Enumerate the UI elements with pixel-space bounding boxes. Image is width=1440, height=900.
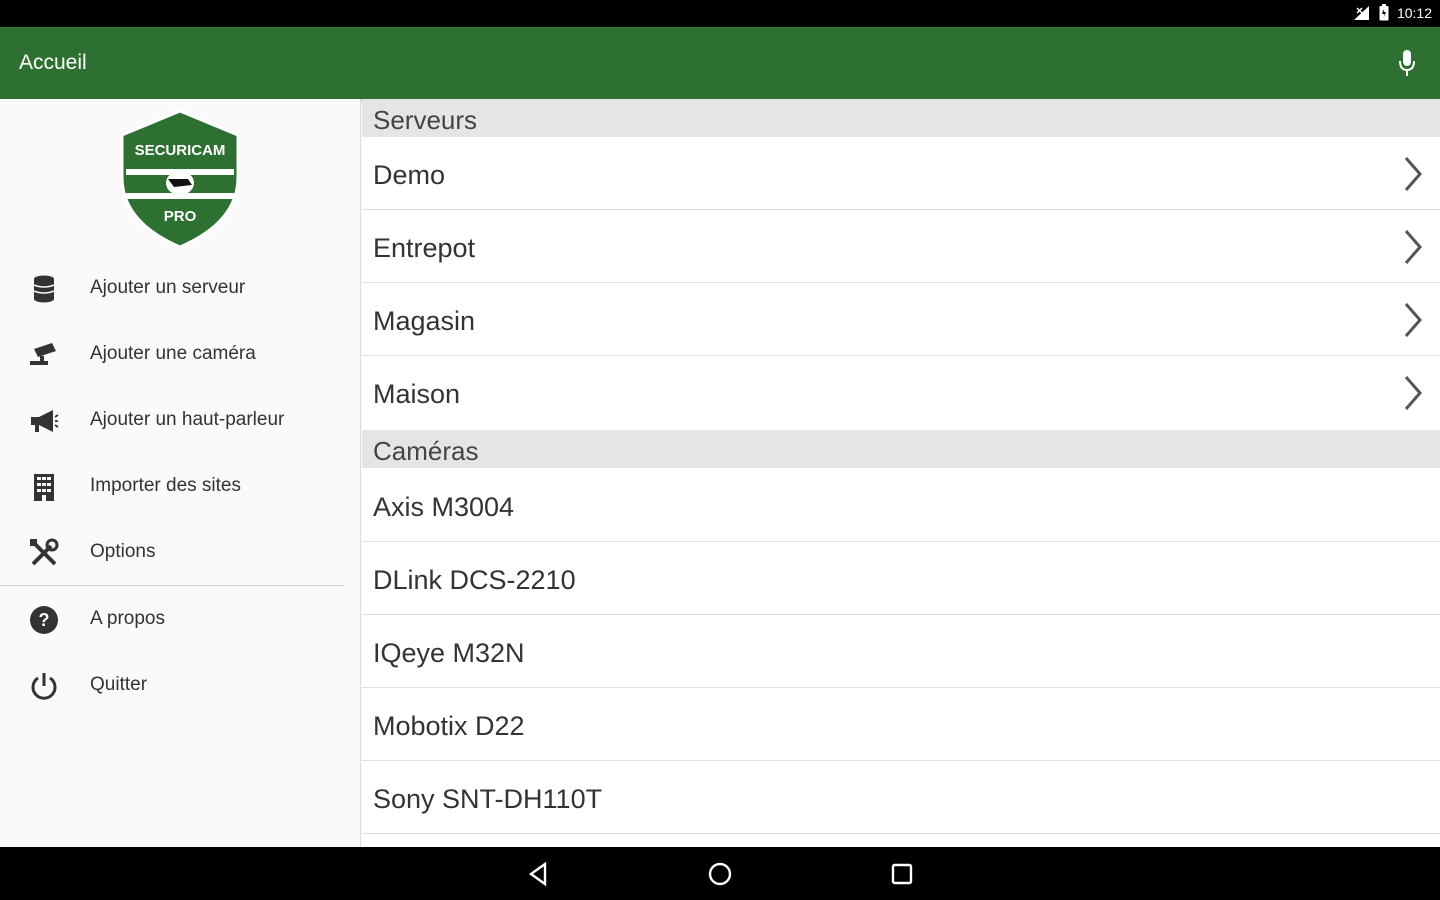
server-row[interactable]: Demo [362,137,1440,210]
page-title: Accueil [19,51,87,74]
camera-row[interactable]: Axis M3004 [362,469,1440,542]
camera-icon [28,340,60,370]
server-row[interactable]: Maison [362,356,1440,429]
row-label: DLink DCS-2210 [373,565,576,595]
section-header-cameras: Caméras [362,430,1440,468]
menu-item-label: A propos [90,608,165,629]
navigation-drawer: SECURICAM PRO Ajouter un serveur Ajouter… [0,99,361,847]
status-bar: 10:12 [0,0,1440,27]
back-icon[interactable] [525,860,553,888]
power-icon [28,671,60,701]
recents-icon[interactable] [888,860,916,888]
row-label: Maison [373,379,461,409]
menu-item-label: Ajouter un serveur [90,277,246,298]
chevron-right-icon [1404,376,1422,410]
logo-text-bottom: PRO [164,208,197,225]
server-row[interactable]: Entrepot [362,210,1440,283]
database-icon [28,274,60,304]
battery-icon [1379,4,1389,21]
building-icon [28,472,60,502]
chevron-right-icon [1404,303,1422,337]
server-row[interactable]: Magasin [362,283,1440,356]
menu-item-label: Options [90,541,156,562]
menu-item-import-sites[interactable]: Importer des sites [0,456,345,516]
row-label: Axis M3004 [373,492,515,522]
camera-row[interactable]: IQeye M32N [362,615,1440,688]
row-label: Sony SNT-DH110T [373,784,603,814]
microphone-icon[interactable] [1396,49,1418,79]
camera-row[interactable]: Mobotix D22 [362,688,1440,761]
logo-text-top: SECURICAM [135,142,226,159]
site-list: Serveurs Demo Entrepot Magasin Maison Ca… [362,99,1440,847]
section-header-label: Caméras [373,436,479,466]
chevron-right-icon [1404,157,1422,191]
menu-item-about[interactable]: ? A propos [0,589,345,649]
menu-item-quit[interactable]: Quitter [0,655,345,715]
home-icon[interactable] [706,860,734,888]
chevron-right-icon [1404,230,1422,264]
row-label: Entrepot [373,233,476,263]
menu-item-label: Importer des sites [90,475,241,496]
signal-icon [1353,5,1369,20]
menu-item-label: Ajouter une caméra [90,343,256,364]
menu-item-options[interactable]: Options [0,522,345,582]
megaphone-icon [28,406,60,436]
camera-row[interactable]: Sony SNT-DH110T [362,761,1440,834]
row-label: IQeye M32N [373,638,525,668]
securicam-logo: SECURICAM PRO [120,109,240,249]
tools-icon [28,538,60,568]
drawer-divider [0,585,345,586]
menu-item-add-speaker[interactable]: Ajouter un haut-parleur [0,390,345,450]
camera-row[interactable]: DLink DCS-2210 [362,542,1440,615]
clock: 10:12 [1396,4,1432,21]
menu-item-add-camera[interactable]: Ajouter une caméra [0,324,345,384]
section-header-label: Serveurs [373,105,478,135]
row-label: Mobotix D22 [373,711,525,741]
svg-text:?: ? [39,610,50,630]
system-navigation-bar [0,847,1440,900]
help-icon: ? [28,605,60,635]
app-bar: Accueil [0,27,1440,99]
menu-item-label: Ajouter un haut-parleur [90,409,285,430]
menu-item-add-server[interactable]: Ajouter un serveur [0,258,345,318]
section-header-servers: Serveurs [362,99,1440,137]
row-label: Demo [373,160,446,190]
row-label: Magasin [373,306,476,336]
menu-item-label: Quitter [90,674,148,695]
